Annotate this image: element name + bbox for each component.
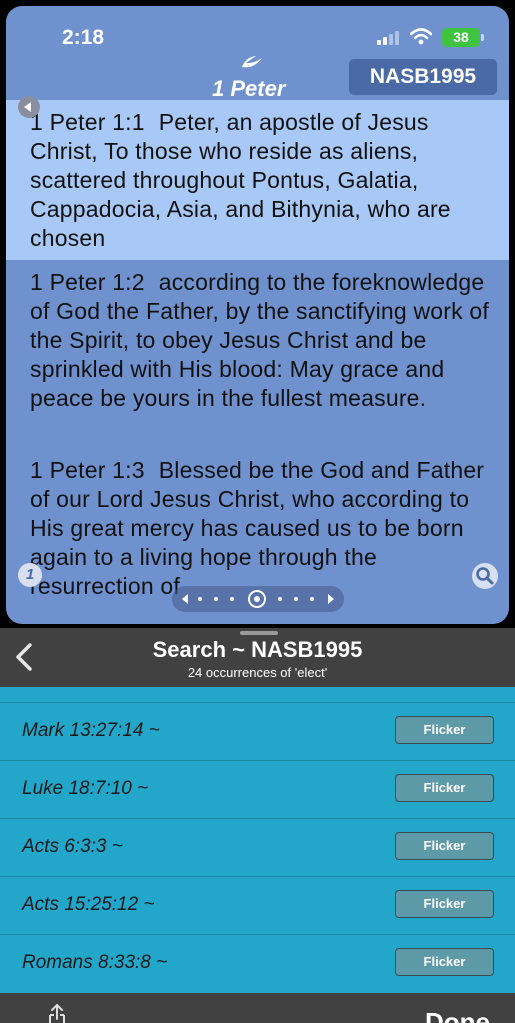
flicker-button[interactable]: Flicker: [395, 832, 494, 860]
book-title[interactable]: 1 Peter: [212, 76, 285, 102]
current-page-icon: [248, 590, 266, 608]
verse-ref: 1 Peter 1:2: [30, 269, 145, 295]
battery-tip: [481, 34, 484, 41]
verse-1-selected[interactable]: 1 Peter 1:1 Peter, an apostle of Jesus Ch…: [6, 100, 509, 260]
cellular-signal-icon: [377, 31, 401, 45]
result-label[interactable]: Luke 18:7:10 ~: [22, 778, 148, 800]
result-label[interactable]: Acts 6:3:3 ~: [22, 836, 123, 858]
status-time: 2:18: [62, 26, 105, 49]
result-label[interactable]: Acts 15:25:12 ~: [22, 894, 155, 916]
flicker-button[interactable]: Flicker: [395, 948, 494, 976]
result-label[interactable]: Romans 8:33:8 ~: [22, 952, 167, 974]
result-row[interactable]: Acts 6:3:3 ~ Flicker: [0, 818, 515, 876]
result-row[interactable]: Romans 8:33:8 ~ Flicker: [0, 934, 515, 992]
chapter-badge[interactable]: 1: [18, 563, 42, 587]
flicker-button[interactable]: Flicker: [395, 774, 494, 802]
battery-icon: 38: [442, 28, 480, 47]
version-button[interactable]: NASB1995: [349, 59, 497, 95]
page-next-icon[interactable]: [328, 594, 334, 604]
previous-chapter-icon[interactable]: [18, 96, 40, 118]
app-screen: 2:18 38 1 Peter NASB1995 1 Peter 1:1 Pete…: [0, 0, 515, 1023]
sheet-grabber[interactable]: [240, 631, 278, 635]
result-row[interactable]: Luke 18:7:10 ~ Flicker: [0, 760, 515, 818]
search-sheet-header: Search ~ NASB1995 24 occurrences of 'ele…: [0, 628, 515, 687]
verse-ref: 1 Peter 1:1: [30, 109, 145, 135]
bible-reader-panel[interactable]: 2:18 38 1 Peter NASB1995 1 Peter 1:1 Pete…: [6, 6, 509, 624]
done-button[interactable]: Done: [425, 1007, 490, 1023]
search-icon: [476, 567, 494, 585]
flicker-button[interactable]: Flicker: [395, 716, 494, 744]
search-button[interactable]: [472, 563, 498, 589]
status-bar: 2:18 38: [6, 6, 509, 58]
verse-ref: 1 Peter 1:3: [30, 457, 145, 483]
result-label[interactable]: Mark 13:27:14 ~: [22, 720, 160, 742]
share-icon[interactable]: [40, 1003, 74, 1023]
search-results-list[interactable]: Mark 13:27:14 ~ Flicker Luke 18:7:10 ~ F…: [0, 687, 515, 993]
search-title: Search ~ NASB1995: [152, 637, 363, 662]
app-logo-icon: [242, 56, 262, 68]
verse-2[interactable]: 1 Peter 1:2 according to the foreknowledg…: [6, 268, 509, 448]
bottom-toolbar: Done: [0, 993, 515, 1023]
result-row[interactable]: Mark 13:27:14 ~ Flicker: [0, 702, 515, 760]
result-row[interactable]: Acts 15:25:12 ~ Flicker: [0, 876, 515, 934]
search-subtitle: 24 occurrences of 'elect': [187, 665, 328, 680]
wifi-icon: [410, 28, 432, 45]
page-prev-icon[interactable]: [182, 594, 188, 604]
flicker-button[interactable]: Flicker: [395, 890, 494, 918]
page-indicator[interactable]: [172, 586, 344, 612]
